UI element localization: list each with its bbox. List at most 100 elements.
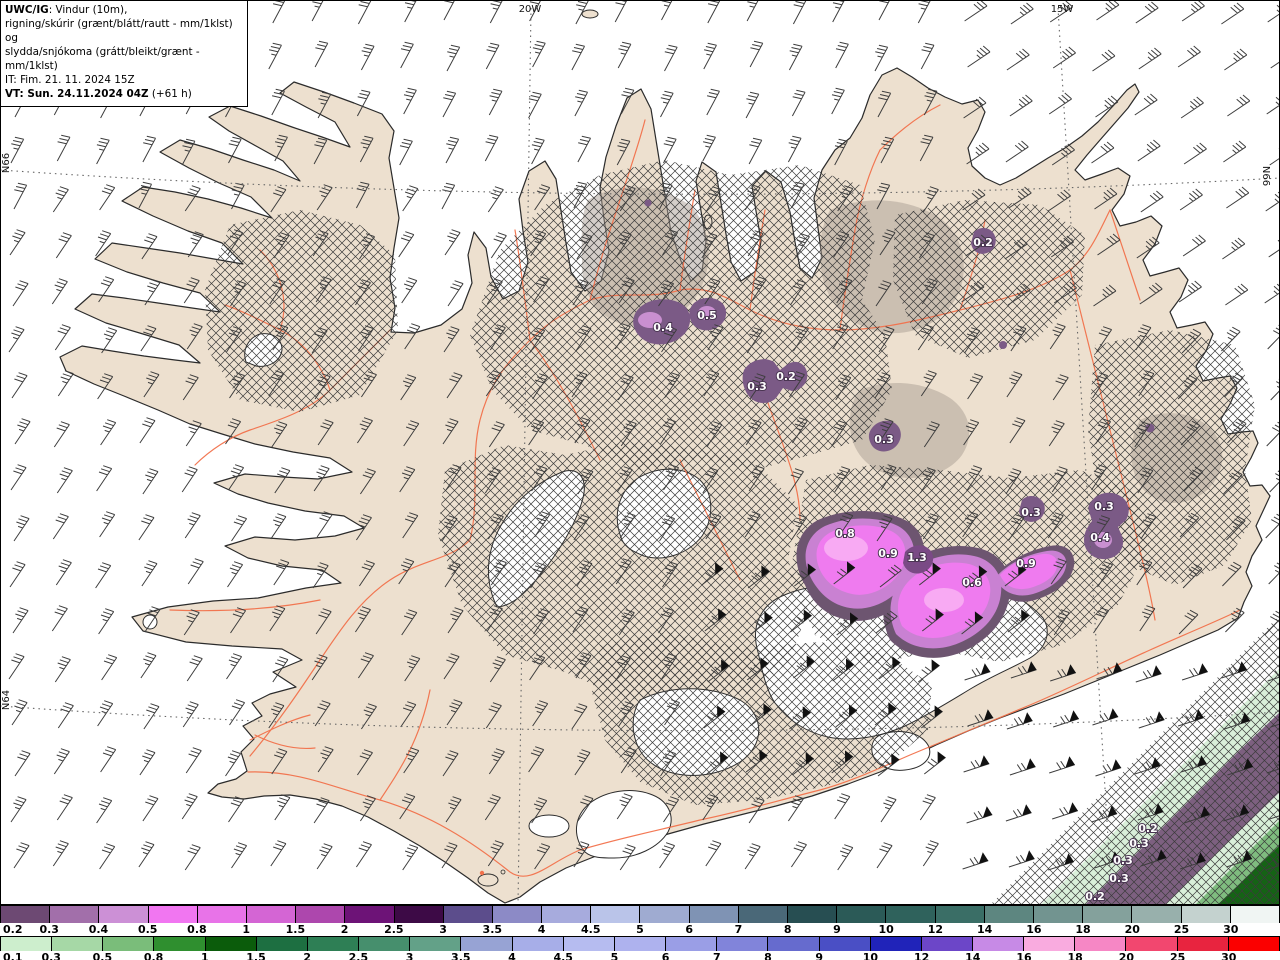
scale-tick-label: 3.5 [482,923,503,936]
scale-tick-label: 2 [303,951,312,960]
svg-text:0.4: 0.4 [653,321,673,334]
svg-text:0.2: 0.2 [776,370,796,383]
sleet-scale-labels: 0.2 0.3 0.4 0.5 0.8 1 1.5 2 2.5 3 3.5 4 4.5 5 6 7 8 9 10 12… [0,923,1280,936]
title-line-4: IT: Fim. 21. 11. 2024 15Z [5,73,135,86]
scale-tick-label: 5 [636,923,644,936]
scale-tick-label: 4 [508,951,516,960]
scale-cell [296,906,346,923]
scale-cell [640,906,690,923]
scale-cell [443,906,493,923]
title-box: UWC/IG: Vindur (10m), rigning/skúrir (gr… [0,0,248,107]
svg-text:0.3: 0.3 [1094,500,1114,513]
svg-text:0.4: 0.4 [1090,531,1110,544]
svg-text:0.2: 0.2 [1138,822,1158,835]
svg-text:0.3: 0.3 [1113,854,1133,867]
scale-tick-label: 0.3 [41,951,61,960]
scale-tick-label: 25 [1173,923,1190,936]
scale-tick-label: 25 [1169,951,1186,960]
scale-cell [870,937,922,952]
scale-tick-label: 14 [965,951,981,960]
scale-cell [1228,937,1280,952]
scale-tick-label: 0.5 [137,923,158,936]
scale-tick-label: 7 [712,951,721,960]
scale-tick-label: 4.5 [553,951,573,960]
rain-scale-labels: 0.1 0.3 0.5 0.8 1 1.5 2 2.5 3 3.5 4 4.5 5 6 7 8 9 10 12 14 1… [0,951,1280,960]
scale-cell [394,906,444,923]
scale-cell [788,906,838,923]
title-line-2: rigning/skúrir (grænt/blátt/rautt - mm/1… [5,17,233,44]
svg-text:0.5: 0.5 [697,309,717,322]
scale-tick-label: 30 [1223,923,1239,936]
scale-tick-label: 18 [1067,951,1083,960]
scale-cell [1024,937,1076,952]
sleet-scale-bar [0,905,1280,924]
scale-tick-label: 16 [1016,951,1032,960]
scale-tick-label: 1.5 [285,923,306,936]
scale-cell [205,937,257,952]
scale-tick-label: 4.5 [581,923,601,936]
scale-tick-label: 0.8 [187,923,207,936]
scale-cell [148,906,198,923]
scale-tick-label: 10 [862,951,879,960]
scale-tick-label: 1.5 [246,951,266,960]
scale-cell [359,937,411,952]
scale-cell [768,937,820,952]
scale-tick-label: 30 [1221,951,1237,960]
svg-text:0.2: 0.2 [1085,890,1105,903]
scale-tick-label: 18 [1075,923,1091,936]
scale-tick-label: 16 [1026,923,1042,936]
scale-tick-label: 20 [1118,951,1135,960]
scale-tick-label: 8 [764,951,772,960]
scale-cell [1132,906,1182,923]
scale-tick-label: 12 [927,923,944,936]
svg-text:1.3: 1.3 [907,551,927,564]
scale-cell [246,906,297,923]
scale-tick-label: 7 [734,923,743,936]
svg-text:N66: N66 [1260,166,1271,186]
scale-tick-label: 12 [913,951,930,960]
scale-cell [563,937,615,952]
scale-cell [307,937,360,952]
scale-cell [103,937,155,952]
svg-text:0.3: 0.3 [1129,837,1149,850]
scale-tick-label: 14 [976,923,993,936]
scale-cell [542,906,592,923]
scale-cell [666,937,718,952]
scale-tick-label: 9 [833,923,841,936]
scale-tick-label: 10 [878,923,894,936]
scale-tick-label: 20 [1124,923,1140,936]
scale-tick-label: 2 [340,923,349,936]
scale-tick-label: 1 [242,923,250,936]
scale-tick-label: 2.5 [348,951,369,960]
scale-cell [1181,906,1231,923]
scale-cell [1033,906,1084,923]
scale-cell [0,937,53,952]
scale-cell [819,937,871,952]
scale-tick-label: 3 [439,923,447,936]
scale-tick-label: 9 [815,951,824,960]
svg-text:0.8: 0.8 [835,527,855,540]
svg-text:0.6: 0.6 [962,576,982,589]
title-line-1: UWC/IG: Vindur (10m), [5,4,128,16]
svg-text:N64: N64 [1,690,12,710]
scale-cell [256,937,308,952]
scale-cell [921,937,973,952]
weather-map-page: 20W 15W N66 N64 N66 0.4 0.5 0.3 0.2 0.3 0.2 0.3 0.8… [0,0,1280,960]
svg-text:0.9: 0.9 [1016,557,1036,570]
scale-cell [1177,937,1229,952]
scale-cell [492,906,543,923]
title-line-5: VT: Sun. 24.11.2024 04Z (+61 h) [5,87,192,100]
scale-cell [1083,906,1133,923]
scale-tick-label: 0.2 [3,923,23,936]
svg-text:0.3: 0.3 [1109,872,1129,885]
svg-text:0.3: 0.3 [874,433,894,446]
scale-cell [154,937,206,952]
scale-cell [1126,937,1178,952]
scale-cell [717,937,769,952]
scale-tick-label: 0.8 [143,951,164,960]
scale-cell [984,906,1034,923]
svg-text:20W: 20W [519,4,542,15]
svg-text:0.2: 0.2 [973,236,993,249]
scale-cell [345,906,395,923]
scale-cell [461,937,513,952]
